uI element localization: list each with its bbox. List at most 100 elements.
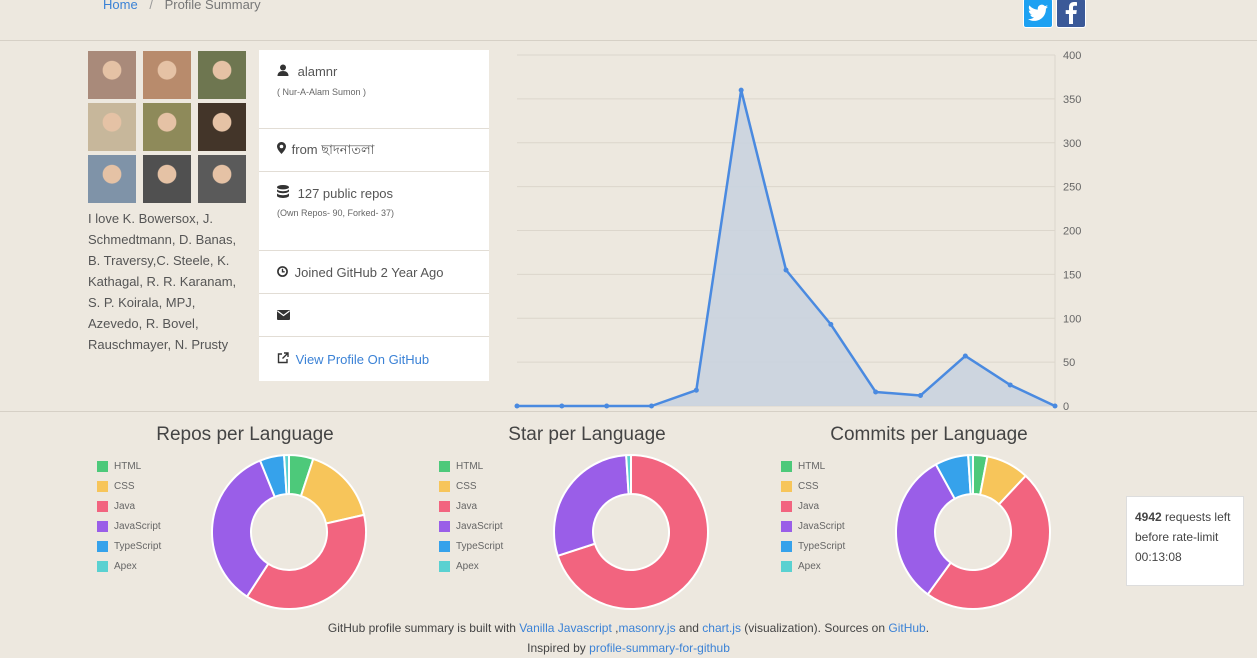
legend-swatch [439, 460, 450, 472]
data-point[interactable] [962, 353, 968, 359]
data-point[interactable] [918, 392, 923, 398]
data-point[interactable] [604, 403, 610, 409]
legend-item[interactable]: JavaScript [97, 516, 161, 536]
masonry-link[interactable]: masonry.js [618, 621, 675, 635]
avatar-3[interactable] [198, 51, 246, 99]
twitter-icon [1028, 4, 1048, 21]
legend-item[interactable]: Java [97, 496, 161, 516]
data-point[interactable] [649, 403, 654, 409]
love-text: I love K. Bowersox, J. Schmedtmann, D. B… [88, 211, 237, 352]
database-icon [277, 185, 289, 198]
legend-swatch [439, 500, 450, 512]
view-profile-label: View Profile On GitHub [295, 352, 430, 367]
avatar-6[interactable] [198, 103, 246, 151]
user-icon [277, 64, 289, 76]
y-tick-label: 0 [1063, 401, 1069, 413]
github-source-link[interactable]: GitHub [888, 621, 925, 635]
legend-item[interactable]: Apex [97, 556, 161, 576]
legend-item[interactable]: HTML [439, 456, 503, 476]
legend-item[interactable]: HTML [781, 456, 845, 476]
breadcrumb: Home / Profile Summary [103, 0, 261, 12]
legend-swatch [97, 480, 108, 492]
legend-item[interactable]: CSS [97, 476, 161, 496]
inspired-link[interactable]: profile-summary-for-github [589, 641, 730, 655]
legend-label: Apex [456, 560, 479, 572]
data-point[interactable] [514, 403, 520, 409]
view-profile-link[interactable]: View Profile On GitHub [277, 352, 429, 367]
avatar-9[interactable] [198, 155, 246, 203]
legend-swatch [439, 540, 450, 552]
area-fill [517, 90, 1055, 406]
legend-item[interactable]: TypeScript [97, 536, 161, 556]
avatar-4[interactable] [88, 103, 136, 151]
legend-item[interactable]: HTML [97, 456, 161, 476]
legend-item[interactable]: Java [439, 496, 503, 516]
y-tick-label: 200 [1063, 226, 1081, 238]
chartjs-link[interactable]: chart.js [702, 621, 741, 635]
legend-swatch [781, 480, 792, 492]
legend-label: JavaScript [114, 520, 161, 532]
footer-text-1: GitHub profile summary is built with [327, 621, 520, 635]
donut-slice[interactable] [299, 457, 366, 525]
legend-item[interactable]: TypeScript [781, 536, 845, 556]
legend-swatch [97, 540, 108, 552]
map-marker-icon [277, 142, 286, 154]
clock-icon [277, 266, 288, 277]
legend-swatch [97, 560, 108, 572]
avatar-2[interactable] [143, 51, 191, 99]
joined-row: Joined GitHub 2 Year Ago [259, 251, 489, 294]
y-tick-label: 350 [1063, 94, 1081, 106]
avatar-5[interactable] [143, 103, 191, 151]
y-tick-label: 400 [1063, 50, 1081, 62]
data-point[interactable] [873, 389, 879, 395]
inspired-text: Inspired by [527, 641, 590, 655]
y-tick-label: 300 [1063, 138, 1081, 150]
legend-swatch [97, 520, 108, 532]
repos-donut-chart [211, 454, 367, 610]
avatar-8[interactable] [143, 155, 191, 203]
legend-swatch [439, 560, 450, 572]
legend-item[interactable]: CSS [781, 476, 845, 496]
twitter-share-button[interactable] [1023, 0, 1053, 28]
legend-label: TypeScript [456, 540, 504, 552]
legend-item[interactable]: Java [781, 496, 845, 516]
data-point[interactable] [783, 267, 789, 273]
donut-slice[interactable] [553, 454, 630, 558]
legend-label: Apex [114, 560, 137, 572]
vanilla-js-link[interactable]: Vanilla Javascript [519, 621, 611, 635]
legend-label: Java [798, 500, 820, 512]
legend-swatch [439, 480, 450, 492]
data-point[interactable] [1052, 403, 1058, 409]
data-point[interactable] [559, 403, 565, 409]
view-profile-row: View Profile On GitHub [259, 337, 489, 381]
data-point[interactable] [828, 321, 834, 327]
breadcrumb-current: Profile Summary [164, 0, 261, 12]
legend-swatch [781, 460, 792, 472]
public-repos: 127 public repos [297, 186, 394, 201]
legend-item[interactable]: TypeScript [439, 536, 503, 556]
legend-label: JavaScript [798, 520, 845, 532]
legend-item[interactable]: JavaScript [781, 516, 845, 536]
legend-swatch [781, 520, 792, 532]
legend-item[interactable]: Apex [439, 556, 503, 576]
legend-item[interactable]: JavaScript [439, 516, 503, 536]
avatar-7[interactable] [88, 155, 136, 203]
legend-label: HTML [114, 460, 142, 472]
legend-swatch [439, 520, 450, 532]
facebook-share-button[interactable] [1056, 0, 1086, 28]
data-point[interactable] [693, 387, 699, 393]
facebook-icon [1065, 2, 1077, 24]
legend-item[interactable]: CSS [439, 476, 503, 496]
legend-label: Java [456, 500, 478, 512]
data-point[interactable] [738, 87, 744, 93]
legend-swatch [781, 540, 792, 552]
footer-and: and [675, 621, 703, 635]
avatar-1[interactable] [88, 51, 136, 99]
legend-swatch [781, 560, 792, 572]
breadcrumb-home-link[interactable]: Home [103, 0, 138, 12]
legend-item[interactable]: Apex [781, 556, 845, 576]
legend-label: HTML [798, 460, 826, 472]
data-point[interactable] [1007, 382, 1013, 388]
legend-label: Java [114, 500, 136, 512]
email-row[interactable] [259, 294, 489, 337]
